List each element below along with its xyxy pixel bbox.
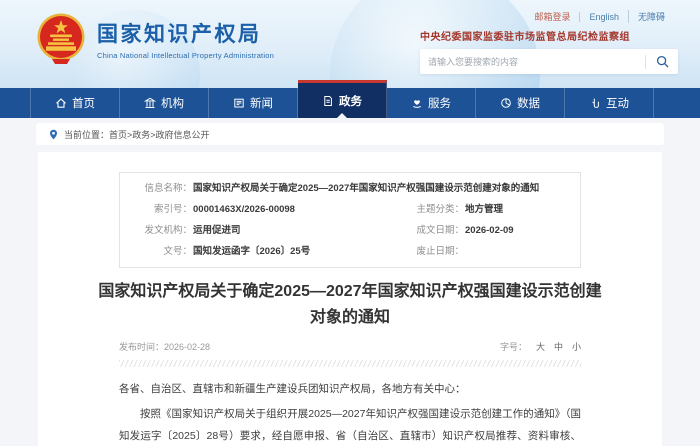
info-row-name: 信息名称： 国家知识产权局关于确定2025—2027年国家知识产权强国建设示范创… bbox=[134, 178, 566, 199]
nav-label: 数据 bbox=[517, 95, 540, 111]
info-index-value: 00001463X/2026-00098 bbox=[193, 199, 295, 220]
info-repeal-label: 废止日期： bbox=[406, 241, 464, 262]
fontsize-small[interactable]: 小 bbox=[572, 342, 581, 352]
header-utilities: 邮箱登录 English 无障碍 中央纪委国家监委驻市场监管总局纪检监察组 bbox=[420, 10, 678, 74]
nav-tab-government-affairs[interactable]: 政务 bbox=[298, 80, 387, 118]
mail-login-link[interactable]: 邮箱登录 bbox=[525, 10, 579, 23]
info-name-value: 国家知识产权局关于确定2025—2027年国家知识产权强国建设示范创建对象的通知 bbox=[193, 178, 566, 199]
english-link[interactable]: English bbox=[579, 12, 628, 22]
publish-time: 发布时间：2026-02-28 bbox=[119, 340, 210, 353]
service-heart-icon bbox=[411, 97, 423, 109]
publish-time-label: 发布时间： bbox=[119, 342, 164, 352]
info-cell: 文号： 国知发运函字〔2026〕25号 bbox=[134, 241, 406, 262]
hatched-divider bbox=[119, 360, 581, 367]
location-pin-icon bbox=[48, 129, 59, 140]
search-input[interactable] bbox=[420, 57, 645, 67]
breadcrumb-label: 当前位置： bbox=[64, 128, 109, 141]
news-icon bbox=[233, 97, 245, 109]
info-cell: 成文日期： 2026-02-09 bbox=[406, 220, 566, 241]
home-icon bbox=[55, 97, 67, 109]
site-subtitle: China National Intellectual Property Adm… bbox=[97, 51, 274, 60]
site-header: 国家知识产权局 China National Intellectual Prop… bbox=[0, 0, 700, 88]
search-icon bbox=[656, 55, 669, 68]
article-salutation: 各省、自治区、直辖市和新疆生产建设兵团知识产权局，各地方有关中心： bbox=[119, 378, 581, 400]
info-table: 信息名称： 国家知识产权局关于确定2025—2027年国家知识产权强国建设示范创… bbox=[119, 172, 581, 268]
brand[interactable]: 国家知识产权局 China National Intellectual Prop… bbox=[36, 13, 274, 65]
nav-label: 新闻 bbox=[250, 95, 273, 111]
nav-label: 政务 bbox=[339, 93, 362, 109]
info-row-agency: 发文机构： 运用促进司 成文日期： 2026-02-09 bbox=[134, 220, 566, 241]
fontsize-medium[interactable]: 中 bbox=[554, 342, 563, 352]
info-row-index: 索引号： 00001463X/2026-00098 主题分类： 地方管理 bbox=[134, 199, 566, 220]
info-index-label: 索引号： bbox=[134, 199, 192, 220]
breadcrumb: 当前位置： 首页>政务>政府信息公开 bbox=[36, 123, 664, 145]
nav-tab-interaction[interactable]: 互动 bbox=[565, 88, 654, 118]
info-date-label: 成文日期： bbox=[406, 220, 464, 241]
info-category-value: 地方管理 bbox=[465, 199, 503, 220]
accessibility-link[interactable]: 无障碍 bbox=[628, 10, 674, 23]
article-meta: 发布时间：2026-02-28 字号： 大中小 bbox=[119, 340, 581, 353]
info-row-docno: 文号： 国知发运函字〔2026〕25号 废止日期： bbox=[134, 241, 566, 262]
brand-text: 国家知识产权局 China National Intellectual Prop… bbox=[97, 18, 274, 60]
info-cell: 发文机构： 运用促进司 bbox=[134, 220, 406, 241]
article-paragraph: 按照《国家知识产权局关于组织开展2025—2027年知识产权强国建设示范创建工作… bbox=[119, 403, 581, 446]
content-card: 信息名称： 国家知识产权局关于确定2025—2027年国家知识产权强国建设示范创… bbox=[38, 152, 662, 446]
nav-label: 服务 bbox=[428, 95, 451, 111]
nav-tab-services[interactable]: 服务 bbox=[387, 88, 476, 118]
national-emblem-icon bbox=[36, 13, 86, 65]
main-nav: 首页 机构 新闻 政务 服 bbox=[0, 88, 700, 118]
hand-pointer-icon bbox=[589, 97, 601, 109]
nav-label: 首页 bbox=[72, 95, 95, 111]
info-cell: 废止日期： bbox=[406, 241, 566, 262]
search-button[interactable] bbox=[646, 49, 678, 74]
fontsize-label: 字号： bbox=[500, 342, 527, 352]
fontsize-large[interactable]: 大 bbox=[536, 342, 545, 352]
supervision-link[interactable]: 中央纪委国家监委驻市场监管总局纪检监察组 bbox=[420, 28, 678, 43]
info-cell: 主题分类： 地方管理 bbox=[406, 199, 566, 220]
nav-label: 机构 bbox=[161, 95, 184, 111]
nav-tab-data[interactable]: 数据 bbox=[476, 88, 565, 118]
info-docno-value: 国知发运函字〔2026〕25号 bbox=[193, 241, 310, 262]
top-links: 邮箱登录 English 无障碍 bbox=[420, 10, 678, 23]
info-agency-value: 运用促进司 bbox=[193, 220, 241, 241]
site-title: 国家知识产权局 bbox=[97, 18, 274, 48]
nav-tab-institution[interactable]: 机构 bbox=[120, 88, 209, 118]
nav-tab-news[interactable]: 新闻 bbox=[209, 88, 298, 118]
nav-label: 互动 bbox=[606, 95, 629, 111]
search-box bbox=[420, 49, 678, 74]
publish-time-value: 2026-02-28 bbox=[164, 342, 210, 352]
nav-tab-home[interactable]: 首页 bbox=[30, 88, 120, 118]
institution-icon bbox=[144, 97, 156, 109]
document-icon bbox=[322, 95, 334, 107]
info-name-label: 信息名称： bbox=[134, 178, 192, 199]
info-date-value: 2026-02-09 bbox=[465, 220, 514, 241]
nav-inner: 首页 机构 新闻 政务 服 bbox=[30, 88, 654, 118]
fontsize-switcher: 字号： 大中小 bbox=[500, 340, 581, 353]
article-title: 国家知识产权局关于确定2025—2027年国家知识产权强国建设示范创建对象的通知 bbox=[95, 279, 605, 331]
info-docno-label: 文号： bbox=[134, 241, 192, 262]
info-agency-label: 发文机构： bbox=[134, 220, 192, 241]
article-body: 各省、自治区、直辖市和新疆生产建设兵团知识产权局，各地方有关中心： 按照《国家知… bbox=[119, 378, 581, 446]
breadcrumb-path[interactable]: 首页>政务>政府信息公开 bbox=[109, 128, 210, 141]
info-cell: 索引号： 00001463X/2026-00098 bbox=[134, 199, 406, 220]
info-category-label: 主题分类： bbox=[406, 199, 464, 220]
pie-chart-icon bbox=[500, 97, 512, 109]
